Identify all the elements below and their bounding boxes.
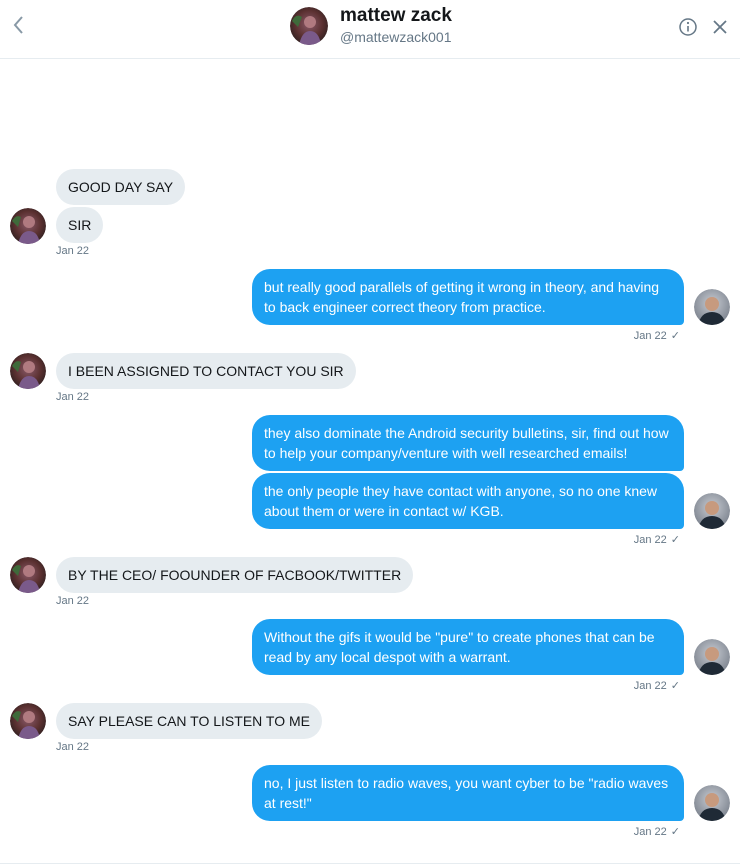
message-timestamp: Jan 22 ✓ <box>633 330 680 342</box>
message-text: SAY PLEASE CAN TO LISTEN TO ME <box>68 713 310 729</box>
avatar[interactable] <box>10 208 46 244</box>
outgoing-message[interactable]: they also dominate the Android security … <box>252 415 684 471</box>
message-text: BY THE CEO/ FOOUNDER OF FACBOOK/TWITTER <box>68 567 402 583</box>
message-timestamp: Jan 22 <box>56 595 90 607</box>
incoming-message[interactable]: BY THE CEO/ FOOUNDER OF FACBOOK/TWITTER <box>56 557 414 593</box>
message-text: GOOD DAY SAY <box>68 179 174 195</box>
avatar[interactable] <box>694 639 730 675</box>
message-text: but really good parallels of getting it … <box>264 279 660 315</box>
message-timestamp: Jan 22 <box>56 741 90 753</box>
message-timestamp: Jan 22 ✓ <box>633 826 680 838</box>
contact-name[interactable]: mattew zack <box>340 5 452 27</box>
outgoing-message[interactable]: but really good parallels of getting it … <box>252 269 684 325</box>
incoming-message[interactable]: GOOD DAY SAY <box>56 169 186 205</box>
avatar[interactable] <box>10 703 46 739</box>
message-text: Without the gifs it would be "pure" to c… <box>264 629 655 665</box>
avatar[interactable] <box>290 7 328 45</box>
close-icon <box>713 20 727 34</box>
avatar[interactable] <box>694 493 730 529</box>
outgoing-message[interactable]: Without the gifs it would be "pure" to c… <box>252 619 684 675</box>
message-text: the only people they have contact with a… <box>264 483 658 519</box>
close-button[interactable] <box>711 18 729 36</box>
avatar[interactable] <box>10 353 46 389</box>
conversation-header: mattew zack @mattewzack001 <box>0 0 740 59</box>
message-text: I BEEN ASSIGNED TO CONTACT YOU SIR <box>68 363 344 379</box>
message-text: no, I just listen to radio waves, you wa… <box>264 775 669 811</box>
avatar[interactable] <box>10 557 46 593</box>
message-timestamp: Jan 22 <box>56 245 90 257</box>
check-icon: ✓ <box>670 826 680 838</box>
back-button[interactable] <box>10 13 28 37</box>
check-icon: ✓ <box>670 680 680 692</box>
outgoing-message[interactable]: the only people they have contact with a… <box>252 473 684 529</box>
info-icon <box>679 18 697 36</box>
message-text: SIR <box>68 217 92 233</box>
info-button[interactable] <box>678 17 698 37</box>
message-timestamp: Jan 22 ✓ <box>633 534 680 546</box>
chevron-left-icon <box>13 16 23 34</box>
contact-handle: @mattewzack001 <box>340 29 452 45</box>
message-timestamp: Jan 22 ✓ <box>633 680 680 692</box>
incoming-message[interactable]: SIR <box>56 207 104 243</box>
avatar[interactable] <box>694 289 730 325</box>
message-text: they also dominate the Android security … <box>264 425 669 461</box>
incoming-message[interactable]: SAY PLEASE CAN TO LISTEN TO ME <box>56 703 322 739</box>
divider <box>0 863 740 864</box>
message-timestamp: Jan 22 <box>56 391 90 403</box>
check-icon: ✓ <box>670 534 680 546</box>
avatar[interactable] <box>694 785 730 821</box>
incoming-message[interactable]: I BEEN ASSIGNED TO CONTACT YOU SIR <box>56 353 356 389</box>
check-icon: ✓ <box>670 330 680 342</box>
outgoing-message[interactable]: no, I just listen to radio waves, you wa… <box>252 765 684 821</box>
